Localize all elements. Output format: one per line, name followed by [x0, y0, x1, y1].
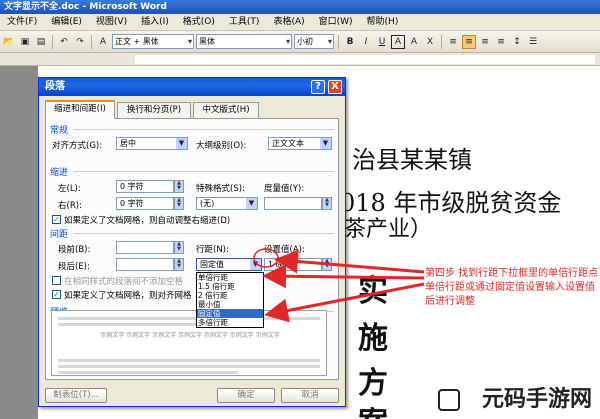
arrow-to-dropdown	[274, 249, 425, 274]
arrow-to-fixed	[264, 282, 425, 323]
annotation-arrows	[253, 248, 425, 323]
highlight-circle	[253, 248, 279, 268]
instruction-note: 第四步 找到行距下拉框里的单倍行距点单倍行距或通过固定值设置输入设置值后进行调整	[425, 268, 599, 307]
arrow-to-single	[262, 264, 425, 289]
